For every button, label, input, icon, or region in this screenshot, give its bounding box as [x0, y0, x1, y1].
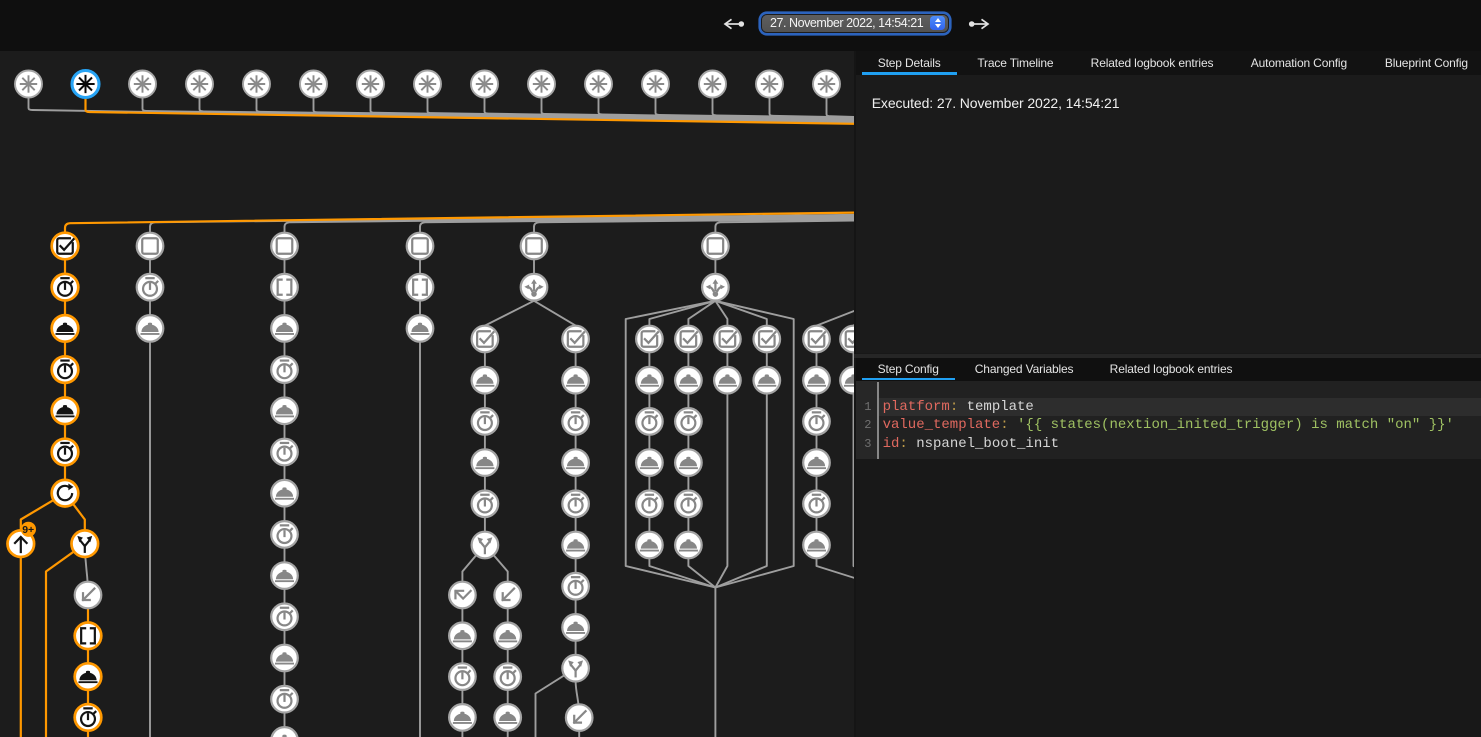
svg-text:9+: 9+: [22, 524, 34, 536]
